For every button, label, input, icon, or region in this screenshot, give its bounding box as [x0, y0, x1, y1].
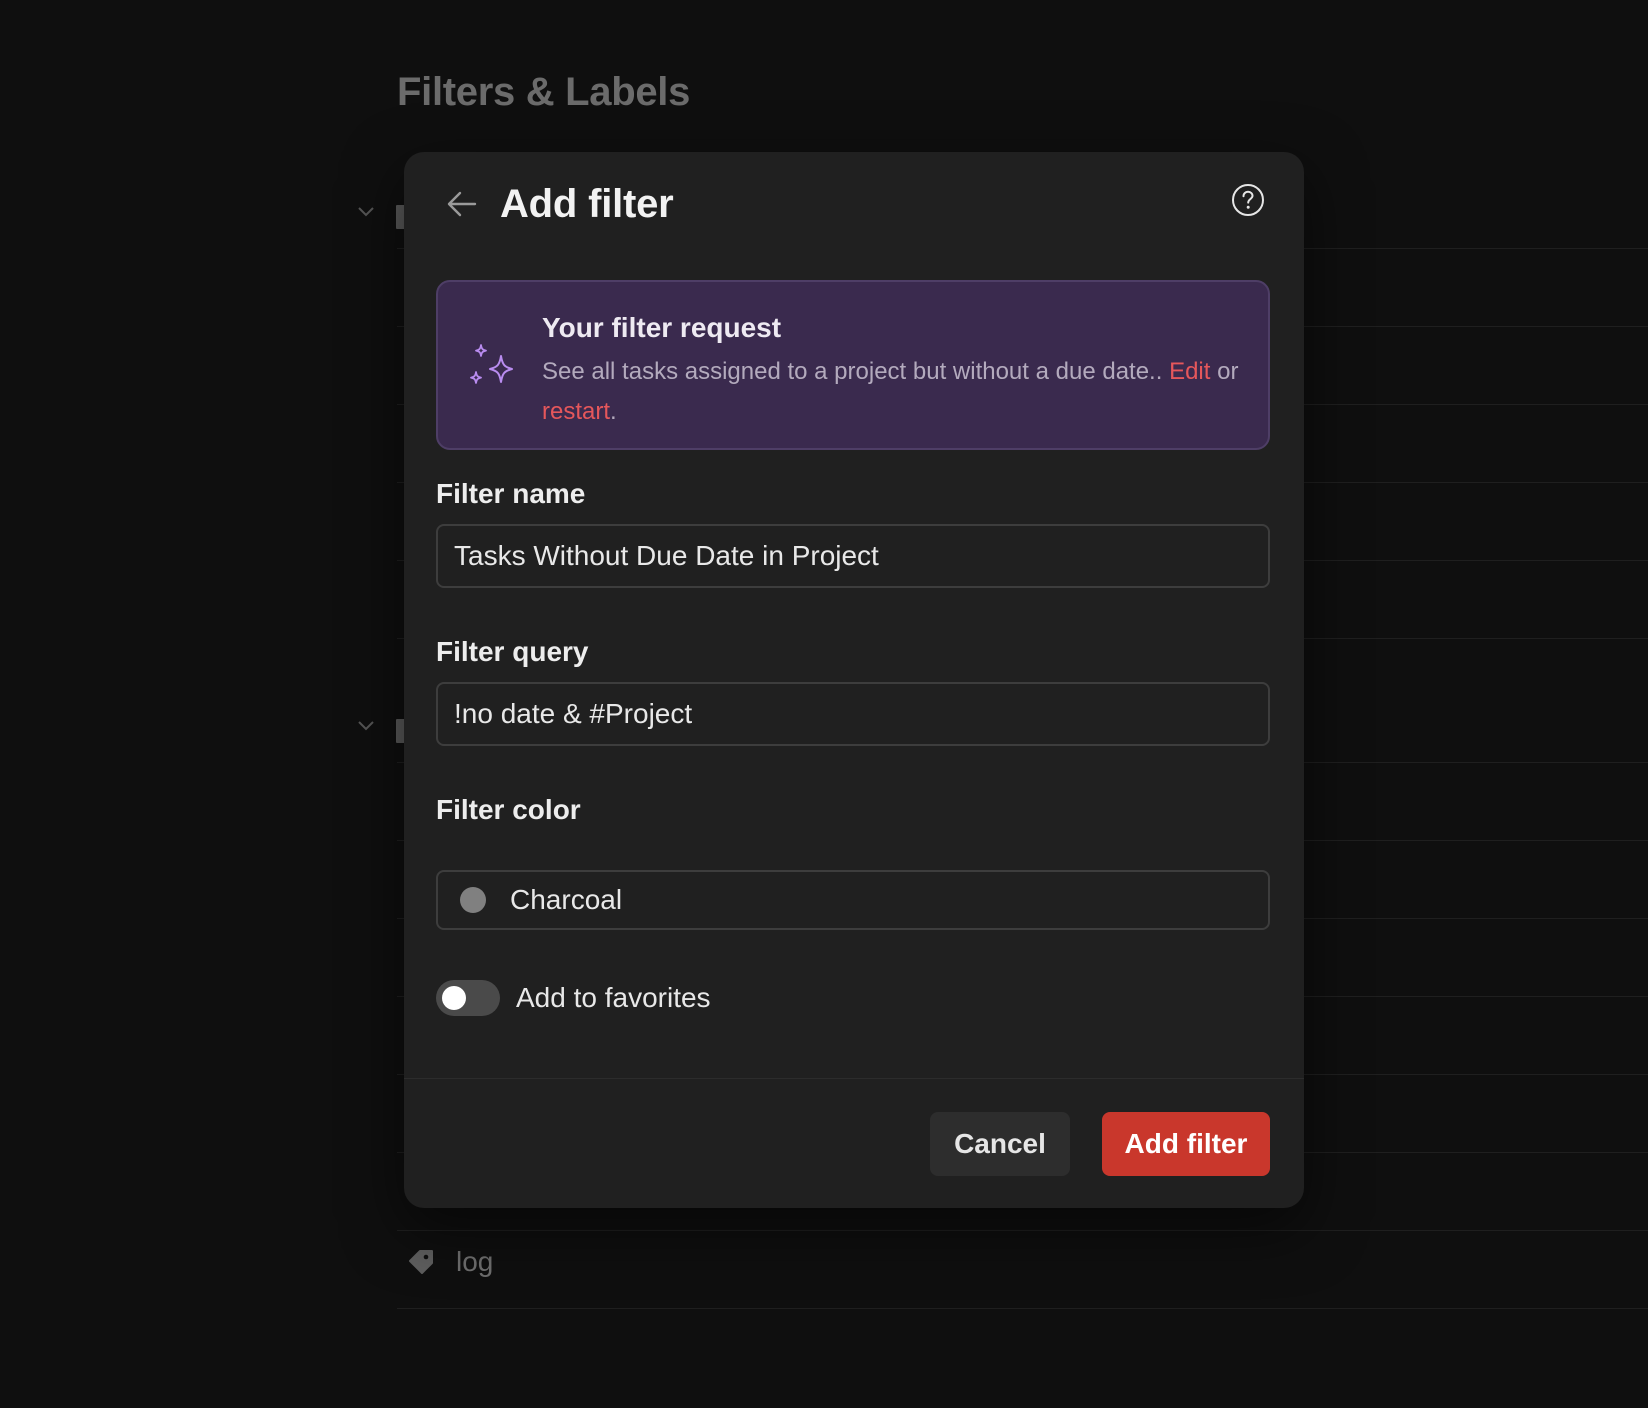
list-divider	[397, 1308, 1648, 1309]
sparkles-icon	[470, 344, 513, 384]
arrow-left-icon	[447, 191, 477, 217]
footer-divider	[404, 1078, 1304, 1079]
back-button[interactable]	[440, 182, 484, 226]
label-row[interactable]: log	[397, 1232, 1648, 1292]
chevron-down-icon[interactable]	[355, 200, 377, 222]
request-connector: or	[1217, 358, 1239, 385]
filter-name-label: Filter name	[436, 478, 586, 509]
label-name: log	[456, 1246, 494, 1277]
filter-query-input[interactable]	[436, 682, 1270, 746]
favorites-toggle[interactable]	[436, 980, 500, 1016]
page: Filters & Labels log Add filter Your fil…	[0, 0, 1648, 1408]
chevron-down-icon[interactable]	[355, 714, 377, 736]
toggle-knob	[442, 986, 466, 1010]
list-divider	[397, 1230, 1648, 1231]
color-name: Charcoal	[510, 884, 623, 915]
color-swatch	[460, 887, 486, 913]
add-filter-button[interactable]: Add filter	[1102, 1112, 1270, 1176]
page-title: Filters & Labels	[397, 70, 691, 114]
filter-color-select[interactable]: Charcoal	[436, 870, 1270, 930]
restart-link[interactable]: restart	[542, 398, 610, 425]
add-filter-dialog: Add filter Your filter request See all t…	[404, 152, 1304, 1208]
favorites-row: Add to favorites	[436, 978, 711, 1018]
dialog-title: Add filter	[500, 182, 674, 226]
cancel-button[interactable]: Cancel	[930, 1112, 1070, 1176]
request-description: See all tasks assigned to a project but …	[542, 352, 1242, 432]
filter-request-card: Your filter request See all tasks assign…	[436, 280, 1270, 450]
edit-link[interactable]: Edit	[1169, 358, 1210, 385]
filter-query-label: Filter query	[436, 636, 589, 667]
help-circle-icon	[1232, 184, 1264, 216]
favorites-label: Add to favorites	[516, 982, 711, 1013]
help-button[interactable]	[1228, 180, 1268, 220]
filter-color-label: Filter color	[436, 794, 581, 825]
tag-icon	[409, 1250, 433, 1274]
request-title: Your filter request	[542, 312, 782, 343]
request-end-punct: .	[610, 398, 617, 425]
request-text: See all tasks assigned to a project but …	[542, 358, 1163, 385]
filter-name-input[interactable]	[436, 524, 1270, 588]
